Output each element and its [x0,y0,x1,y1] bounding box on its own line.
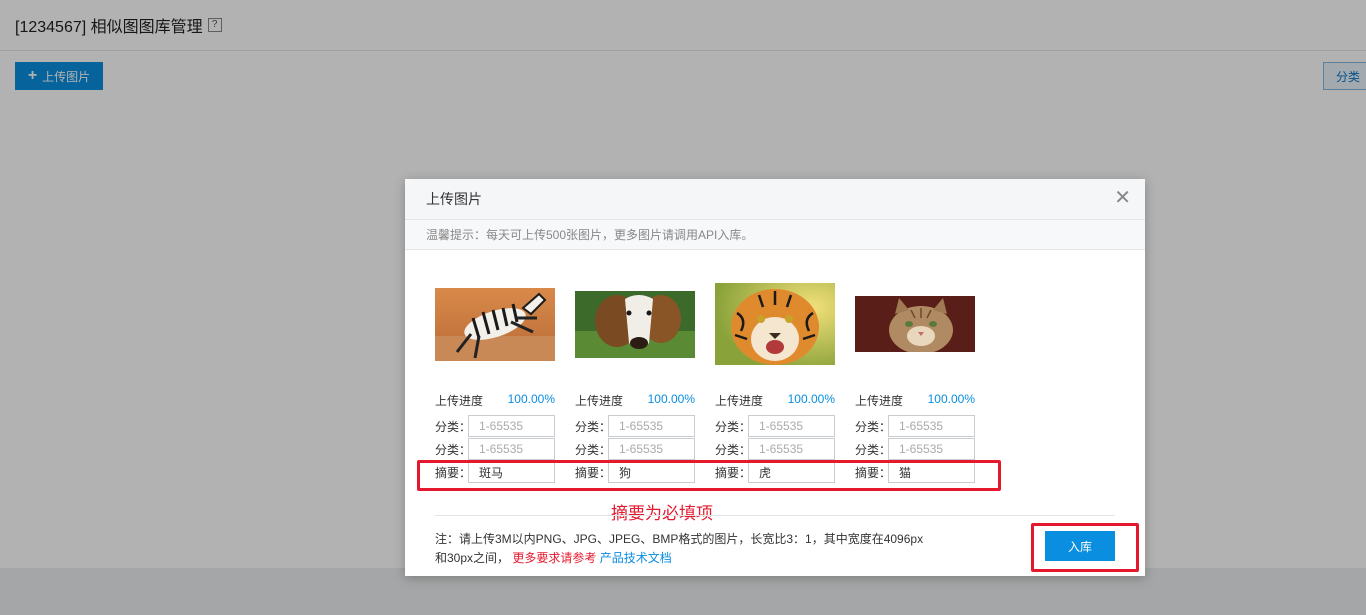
annotation-text: 摘要为必填项 [611,504,713,523]
close-icon[interactable]: ✕ [1114,188,1131,208]
dog-photo-icon [575,290,695,358]
category-input[interactable] [468,438,555,460]
category-label: 分类： [715,419,752,434]
category-label: 分类： [855,442,892,457]
category-label: 分类： [435,419,472,434]
dialog-tip: 温馨提示：每天可上传500张图片，更多图片请调用API入库。 [405,220,1145,250]
category-input[interactable] [608,438,695,460]
upload-dialog: 上传图片 ✕ 温馨提示：每天可上传500张图片，更多图片请调用API入库。 上传… [405,179,1145,576]
category-input[interactable] [888,415,975,437]
category-field-row: 分类： [435,438,555,460]
category-input[interactable] [748,415,835,437]
tiger-photo-icon [715,283,835,365]
progress-value: 100.00% [787,392,835,406]
category-label: 分类： [855,419,892,434]
upload-note: 注：请上传3M以内PNG、JPG、JPEG、BMP格式的图片，长宽比3：1，其中… [435,530,955,568]
category-label: 分类： [715,442,752,457]
category-input[interactable] [608,415,695,437]
category-field-row: 分类： [715,415,835,437]
cat-photo-icon [855,296,975,352]
progress-value: 100.00% [927,392,975,406]
category-input[interactable] [888,438,975,460]
image-thumbnail [855,279,975,369]
category-field-row: 分类： [575,438,695,460]
category-label: 分类： [575,419,612,434]
note-requirements-text: 更多要求请参考 [512,551,597,565]
summary-annotation-box [417,460,1001,491]
category-field-row: 分类： [855,438,975,460]
progress-value: 100.00% [507,392,555,406]
progress-value: 100.00% [647,392,695,406]
note-line1: 注：请上传3M以内PNG、JPG、JPEG、BMP格式的图片，长宽比3：1，其中… [435,532,924,546]
image-thumbnail [575,279,695,369]
dialog-header: 上传图片 ✕ [405,179,1145,220]
progress-row: 上传进度 100.00% [435,392,555,409]
category-field-row: 分类： [855,415,975,437]
submit-button[interactable]: 入库 [1045,531,1115,561]
category-input[interactable] [468,415,555,437]
progress-label: 上传进度 [855,394,904,408]
category-label: 分类： [435,442,472,457]
category-field-row: 分类： [715,438,835,460]
progress-label: 上传进度 [575,394,624,408]
progress-label: 上传进度 [715,394,764,408]
image-thumbnail [435,279,555,369]
note-line2: 和30px之间， [435,551,510,565]
category-field-row: 分类： [575,415,695,437]
product-docs-link[interactable]: 产品技术文档 [600,551,672,565]
category-input[interactable] [748,438,835,460]
dialog-title: 上传图片 [426,191,482,207]
progress-row: 上传进度 100.00% [855,392,975,409]
progress-label: 上传进度 [435,394,484,408]
image-cards: 上传进度 100.00% 分类： 分类： 摘要： [435,279,1135,489]
progress-row: 上传进度 100.00% [575,392,695,409]
category-label: 分类： [575,442,612,457]
progress-row: 上传进度 100.00% [715,392,835,409]
divider [435,515,1115,516]
zebra-photo-icon [435,287,555,361]
image-thumbnail [715,279,835,369]
category-field-row: 分类： [435,415,555,437]
